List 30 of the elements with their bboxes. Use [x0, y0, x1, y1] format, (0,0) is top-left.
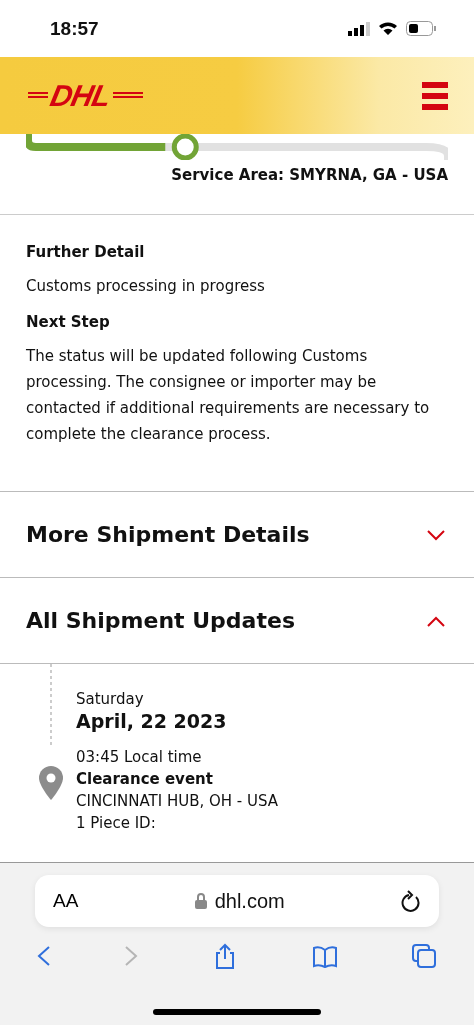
- event-time: 03:45 Local time: [76, 747, 203, 768]
- update-date: April, 22 2023: [76, 710, 228, 732]
- event-location: CINCINNATI HUB, OH - USA: [76, 791, 279, 812]
- detail-heading: Next Step: [26, 313, 111, 331]
- lock-icon: [194, 893, 207, 909]
- detail-text: Customs processing in progress: [26, 276, 266, 297]
- tabs-icon: [411, 943, 438, 969]
- text-size-button[interactable]: AA: [53, 890, 79, 912]
- detail-text: The status will be updated following Customs processing. The consignee or importer may be contacted if additional requirements are necessary to complete the clearance process.: [26, 346, 431, 445]
- chevron-icon: [426, 528, 446, 541]
- url-text: dhl.com: [214, 889, 285, 913]
- event-piece-id: 1 Piece ID:: [76, 813, 157, 834]
- dhl-logo[interactable]: DHL: [28, 78, 143, 113]
- chevron-right-icon: [124, 943, 139, 969]
- service-area: Service Area: SMYRNA, GA - USA: [171, 166, 448, 184]
- wifi-icon: [378, 21, 398, 36]
- detail-heading: Further Detail: [26, 243, 146, 261]
- menu-button[interactable]: [422, 81, 448, 110]
- reload-icon[interactable]: [401, 890, 421, 912]
- chevron-left-icon: [36, 943, 51, 969]
- location-pin-icon: [39, 766, 63, 800]
- menu-icon: [422, 81, 448, 110]
- chevron-icon: [426, 614, 446, 627]
- signal-icon: [348, 21, 370, 36]
- address-bar[interactable]: AA dhl.com: [35, 875, 439, 927]
- event-title: Clearance event: [76, 769, 214, 790]
- battery-icon: [406, 21, 436, 36]
- status-time: 18:57: [50, 17, 99, 40]
- update-weekday: Saturday: [76, 689, 145, 710]
- book-icon: [311, 943, 338, 969]
